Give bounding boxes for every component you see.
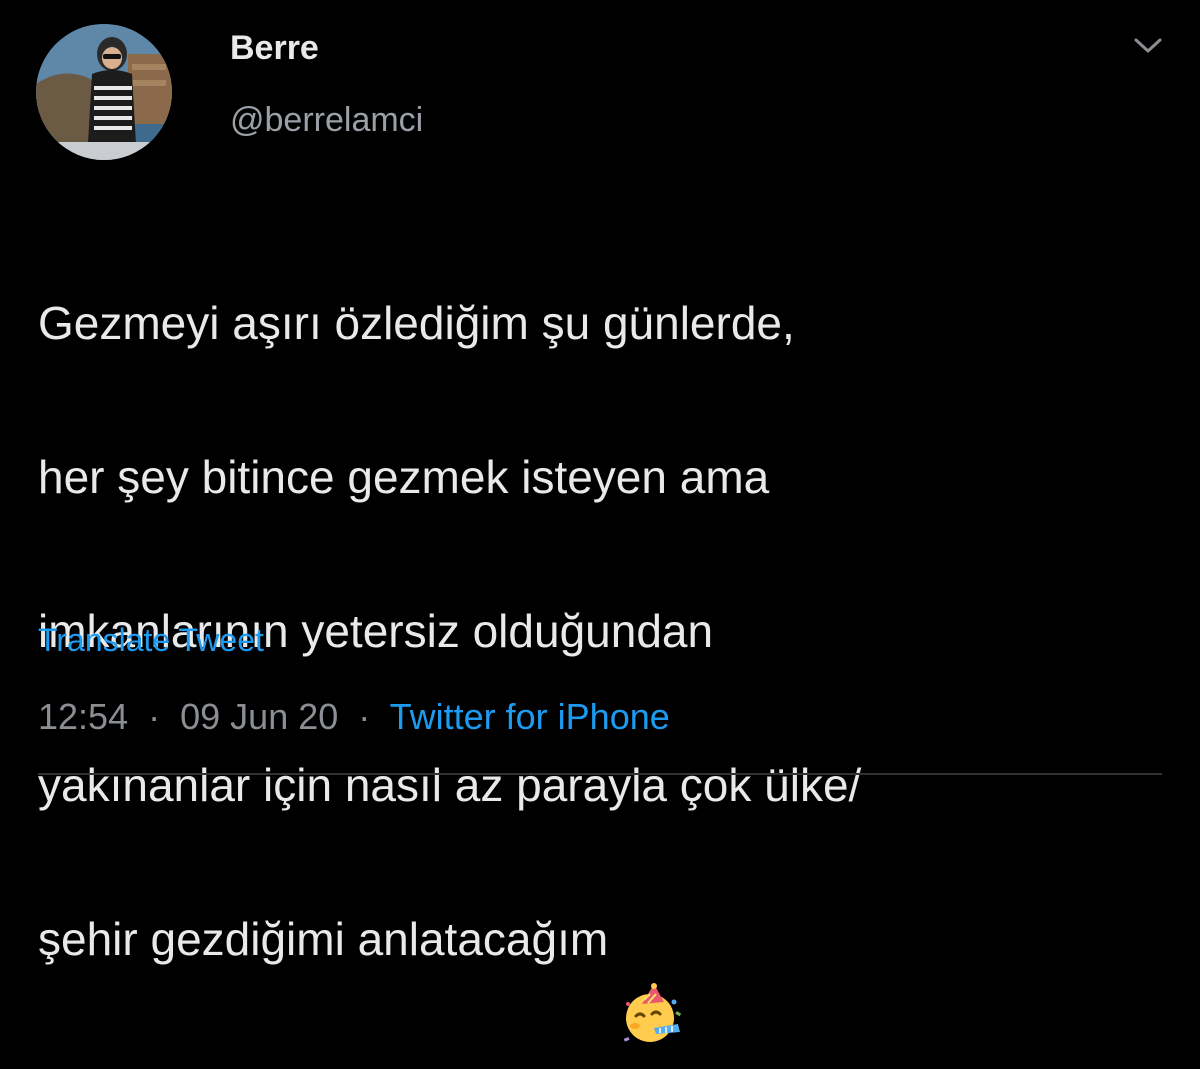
author-name[interactable]: Berre xyxy=(230,26,319,70)
chevron-down-icon xyxy=(1134,38,1162,53)
meta-separator: · xyxy=(148,696,161,737)
tweet-text-line: Gezmeyi aşırı özlediğim şu günlerde, xyxy=(38,297,795,349)
tweet-time: 12:54 xyxy=(38,696,129,737)
tweet-date: 09 Jun 20 xyxy=(180,696,339,737)
tweet-text-line: yakınanlar için nasıl az parayla çok ülk… xyxy=(38,759,862,811)
divider xyxy=(38,773,1162,775)
tweet-metadata: 12:54 · 09 Jun 20 · Twitter for iPhone xyxy=(38,692,670,742)
translate-tweet-link[interactable]: Translate Tweet xyxy=(38,616,264,664)
tweet-detail: Berre @berrelamci Gezmeyi aşırı özlediği… xyxy=(0,0,1200,1042)
tweet-text-line: her şey bitince gezmek isteyen ama xyxy=(38,451,770,503)
partying-face-icon xyxy=(623,982,682,1042)
author-handle[interactable]: @berrelamci xyxy=(230,98,423,142)
tweet-text-line: şehir gezdiğimi anlatacağım xyxy=(38,913,609,965)
avatar-photo xyxy=(36,24,172,160)
meta-separator: · xyxy=(358,696,371,737)
tweet-text-line-last: şehir gezdiğimi anlatacağım xyxy=(38,901,1158,1042)
avatar[interactable] xyxy=(36,24,172,160)
partying-face-emoji xyxy=(620,905,684,1042)
tweet-menu-button[interactable] xyxy=(1128,30,1168,62)
tweet-source-link[interactable]: Twitter for iPhone xyxy=(390,696,670,737)
